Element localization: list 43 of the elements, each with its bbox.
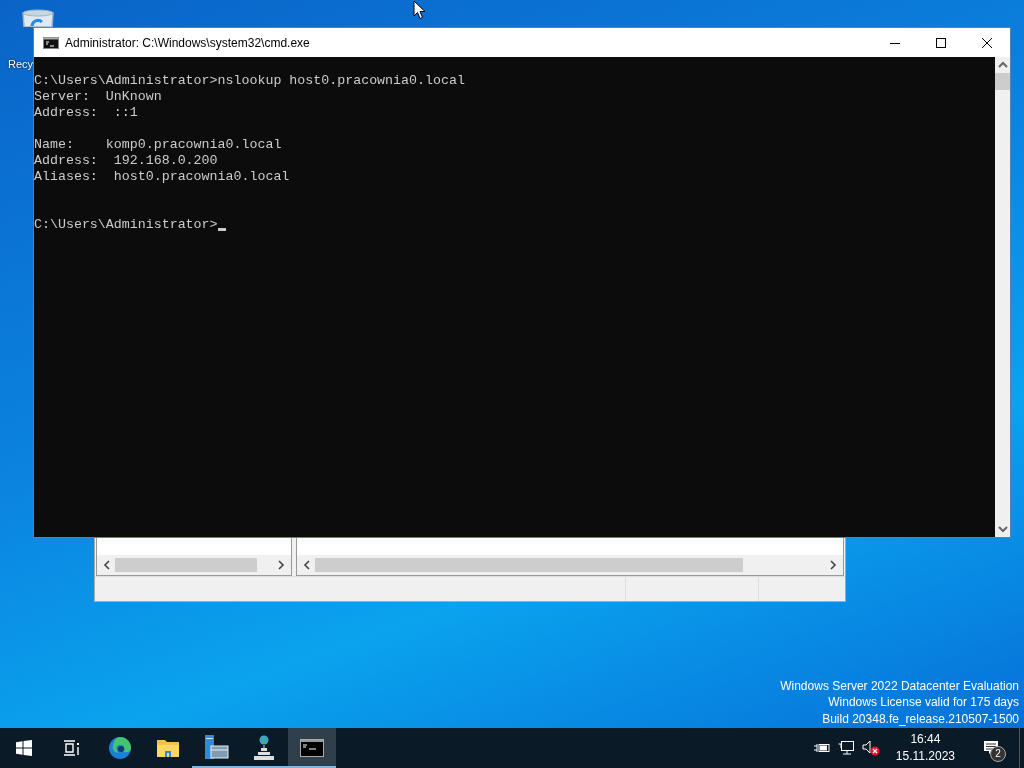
console-line: Name: komp0.pracownia0.local <box>34 137 282 153</box>
console-line: C:\Users\Administrator>nslookup host0.pracownia0.local <box>34 73 465 89</box>
browser-icon <box>108 736 132 760</box>
vertical-scrollbar[interactable] <box>995 57 1010 537</box>
edition-watermark: Windows License valid for 175 days <box>828 694 1019 711</box>
recycle-bin-label[interactable]: Recy <box>8 58 34 71</box>
edition-watermark: Build 20348.fe_release.210507-1500 <box>822 710 1019 727</box>
window-title: Administrator: C:\Windows\system32\cmd.exe <box>65 35 310 50</box>
server-toolbox-icon <box>203 735 229 761</box>
speaker-muted-icon[interactable] <box>861 740 880 756</box>
maximize-icon <box>936 37 946 48</box>
scrollbar-thumb[interactable] <box>115 558 258 572</box>
console-line: Address: 192.168.0.200 <box>34 153 218 169</box>
scroll-right-icon[interactable] <box>277 560 285 570</box>
horizontal-scrollbar[interactable] <box>297 555 843 575</box>
scroll-left-icon[interactable] <box>303 560 311 570</box>
notification-count: 2 <box>990 746 1006 762</box>
clock[interactable]: 16:44 15.11.2023 <box>887 731 963 765</box>
windows-logo-icon <box>16 740 32 756</box>
console-line: Server: UnKnown <box>34 89 162 105</box>
power-plug-icon[interactable] <box>813 742 830 754</box>
console-icon <box>43 36 59 49</box>
scroll-up-icon[interactable] <box>997 61 1008 69</box>
network-globe-icon <box>253 735 275 761</box>
scroll-down-icon[interactable] <box>997 525 1008 533</box>
scrollbar-thumb[interactable] <box>315 558 744 572</box>
mouse-pointer-icon <box>413 0 426 20</box>
folder-icon <box>156 738 180 758</box>
network-icon[interactable] <box>837 740 854 756</box>
console-taskbar-button[interactable] <box>288 728 336 768</box>
command-prompt: C:\Users\Administrator> <box>34 217 218 233</box>
edition-watermark: Windows Server 2022 Datacenter Evaluation <box>780 677 1019 694</box>
scroll-left-icon[interactable] <box>103 560 111 570</box>
scroll-right-icon[interactable] <box>829 560 837 570</box>
horizontal-scrollbar[interactable] <box>97 555 291 575</box>
notification-center-button[interactable]: 2 <box>971 728 1011 768</box>
console-icon <box>300 739 324 757</box>
console-line: Aliases: host0.pracownia0.local <box>34 169 290 185</box>
close-icon <box>982 37 992 48</box>
scrollbar-thumb[interactable] <box>995 73 1010 90</box>
console-line: Address: ::1 <box>34 105 138 121</box>
recycle-bin-icon[interactable] <box>20 9 56 27</box>
task-view-icon <box>63 740 81 756</box>
